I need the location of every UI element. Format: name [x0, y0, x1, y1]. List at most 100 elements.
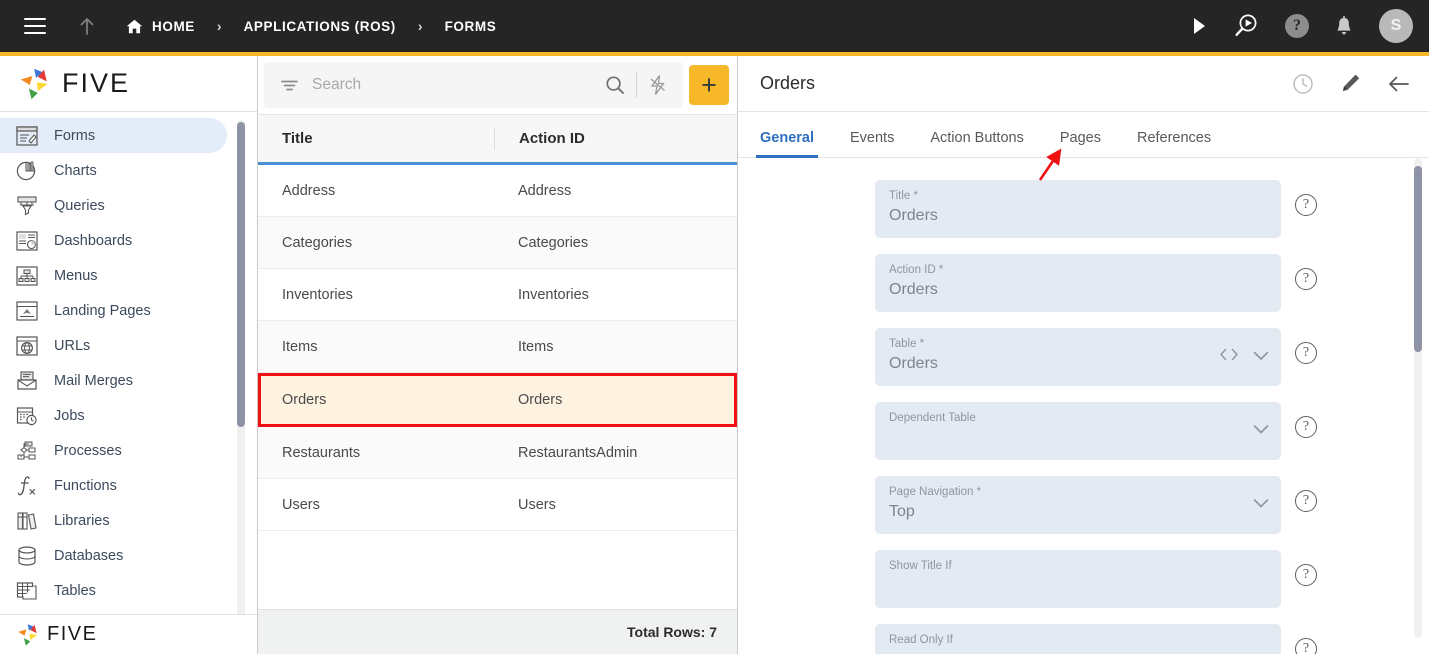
grid-footer: Total Rows: 7 — [258, 609, 737, 654]
help-icon[interactable]: ? — [1285, 14, 1309, 38]
sidebar-item-charts[interactable]: Charts — [0, 153, 227, 188]
general-form: Title * Orders ? Action ID * Orders ? Ta… — [738, 158, 1429, 654]
sidebar-item-processes[interactable]: Processes — [0, 433, 227, 468]
breadcrumb-label: APPLICATIONS (ROS) — [243, 18, 396, 34]
help-icon[interactable]: ? — [1295, 194, 1317, 216]
dependent-table-field[interactable]: Dependent Table — [875, 402, 1281, 460]
sidebar-item-libraries[interactable]: Libraries — [0, 503, 227, 538]
field-label: Show Title If — [889, 560, 952, 572]
sidebar-scrollbar[interactable] — [237, 120, 245, 614]
tab-general[interactable]: General — [756, 130, 818, 158]
sidebar-item-mail-merges[interactable]: Mail Merges — [0, 363, 227, 398]
show-title-if-field[interactable]: Show Title If — [875, 550, 1281, 608]
table-row[interactable]: Categories Categories — [258, 217, 737, 269]
sidebar-item-jobs[interactable]: Jobs — [0, 398, 227, 433]
chevron-down-icon[interactable] — [1253, 422, 1269, 440]
help-icon[interactable]: ? — [1295, 564, 1317, 586]
table-row[interactable]: Users Users — [258, 479, 737, 531]
tab-references[interactable]: References — [1137, 130, 1211, 157]
cell-action-id: RestaurantsAdmin — [518, 444, 638, 461]
breadcrumb-item-applications[interactable]: APPLICATIONS (ROS) — [244, 19, 396, 34]
home-icon — [126, 19, 143, 34]
help-icon[interactable]: ? — [1295, 268, 1317, 290]
sidebar-item-functions[interactable]: Functions — [0, 468, 227, 503]
action-id-field[interactable]: Action ID * Orders — [875, 254, 1281, 312]
breadcrumb-item-home[interactable]: HOME — [126, 19, 195, 34]
tables-icon — [14, 579, 40, 603]
sidebar-scrollbar-thumb[interactable] — [237, 122, 245, 427]
table-row[interactable]: Items Items — [258, 321, 737, 373]
sidebar-item-forms[interactable]: Forms — [0, 118, 227, 153]
help-icon-glyph: ? — [1285, 14, 1309, 38]
back-arrow-icon[interactable] — [1387, 74, 1411, 94]
search-icon[interactable] — [598, 75, 632, 95]
sidebar-item-databases[interactable]: Databases — [0, 538, 227, 573]
tab-pages[interactable]: Pages — [1060, 130, 1101, 157]
run-icon[interactable] — [1191, 17, 1207, 35]
hamburger-menu-icon[interactable] — [24, 18, 46, 34]
field-row-title: Title * Orders ? — [738, 180, 1429, 238]
tab-action-buttons[interactable]: Action Buttons — [930, 130, 1024, 157]
table-row-selected[interactable]: Orders Orders — [258, 373, 737, 427]
field-label: Page Navigation * — [889, 486, 982, 498]
sidebar-item-label: Charts — [54, 162, 97, 179]
sidebar-item-label: Jobs — [54, 407, 85, 424]
cell-action-id: Categories — [518, 234, 589, 251]
sidebar-item-queries[interactable]: Queries — [0, 188, 227, 223]
title-field[interactable]: Title * Orders — [875, 180, 1281, 238]
field-label: Title * — [889, 190, 918, 202]
arrow-up-icon[interactable] — [76, 15, 98, 37]
field-value — [889, 426, 1267, 450]
sidebar-item-label: Dashboards — [54, 232, 133, 249]
application-window: HOME › APPLICATIONS (ROS) › FORMS ? S FI… — [0, 0, 1429, 654]
field-value: Orders — [889, 207, 938, 224]
help-icon[interactable]: ? — [1295, 638, 1317, 654]
read-only-if-field[interactable]: Read Only If — [875, 624, 1281, 654]
charts-icon — [14, 159, 40, 183]
table-row[interactable]: Inventories Inventories — [258, 269, 737, 321]
search-play-icon[interactable] — [1233, 13, 1259, 39]
top-bar-actions: ? S — [1191, 0, 1413, 52]
search-input[interactable] — [306, 76, 598, 94]
sidebar-item-label: Functions — [54, 477, 117, 494]
sidebar-item-dashboards[interactable]: Dashboards — [0, 223, 227, 258]
help-icon[interactable]: ? — [1295, 342, 1317, 364]
chevron-down-icon[interactable] — [1253, 348, 1269, 366]
edit-pencil-icon[interactable] — [1340, 73, 1361, 94]
filter-icon[interactable] — [272, 78, 306, 93]
detail-panel: Orders General Events Action Buttons Pag… — [738, 56, 1429, 654]
cell-title: Inventories — [282, 286, 353, 303]
page-navigation-field[interactable]: Page Navigation * Top — [875, 476, 1281, 534]
lightning-bolt-icon[interactable] — [641, 74, 675, 96]
sidebar-item-menus[interactable]: Menus — [0, 258, 227, 293]
tab-events[interactable]: Events — [850, 130, 894, 157]
detail-tabs: General Events Action Buttons Pages Refe… — [738, 112, 1429, 158]
history-clock-icon[interactable] — [1292, 73, 1314, 95]
code-icon[interactable] — [1219, 348, 1239, 367]
sidebar-item-landing-pages[interactable]: Landing Pages — [0, 293, 227, 328]
sidebar-item-label: Databases — [54, 547, 124, 564]
field-label: Action ID * — [889, 264, 944, 276]
help-icon[interactable]: ? — [1295, 416, 1317, 438]
breadcrumb-item-forms[interactable]: FORMS — [445, 19, 497, 34]
table-field[interactable]: Table * Orders — [875, 328, 1281, 386]
detail-scrollbar[interactable] — [1414, 158, 1422, 638]
footer-logo-text: FIVE — [47, 623, 98, 645]
field-value — [889, 648, 1267, 654]
sidebar-item-tables[interactable]: Tables — [0, 573, 227, 608]
table-row[interactable]: Address Address — [258, 165, 737, 217]
jobs-icon — [14, 404, 40, 428]
column-header-title[interactable]: Title — [258, 115, 494, 162]
avatar[interactable]: S — [1379, 9, 1413, 43]
app-logo[interactable]: FIVE — [0, 56, 257, 112]
add-form-button[interactable]: + — [689, 65, 729, 105]
notifications-bell-icon[interactable] — [1335, 15, 1353, 37]
detail-scrollbar-thumb[interactable] — [1414, 166, 1422, 352]
help-icon[interactable]: ? — [1295, 490, 1317, 512]
table-row[interactable]: Restaurants RestaurantsAdmin — [258, 427, 737, 479]
chevron-down-icon[interactable] — [1253, 496, 1269, 514]
sidebar-item-urls[interactable]: URLs — [0, 328, 227, 363]
field-value: Orders — [889, 355, 938, 372]
sidebar-item-label: Libraries — [54, 512, 110, 529]
column-header-action-id[interactable]: Action ID — [494, 127, 737, 150]
